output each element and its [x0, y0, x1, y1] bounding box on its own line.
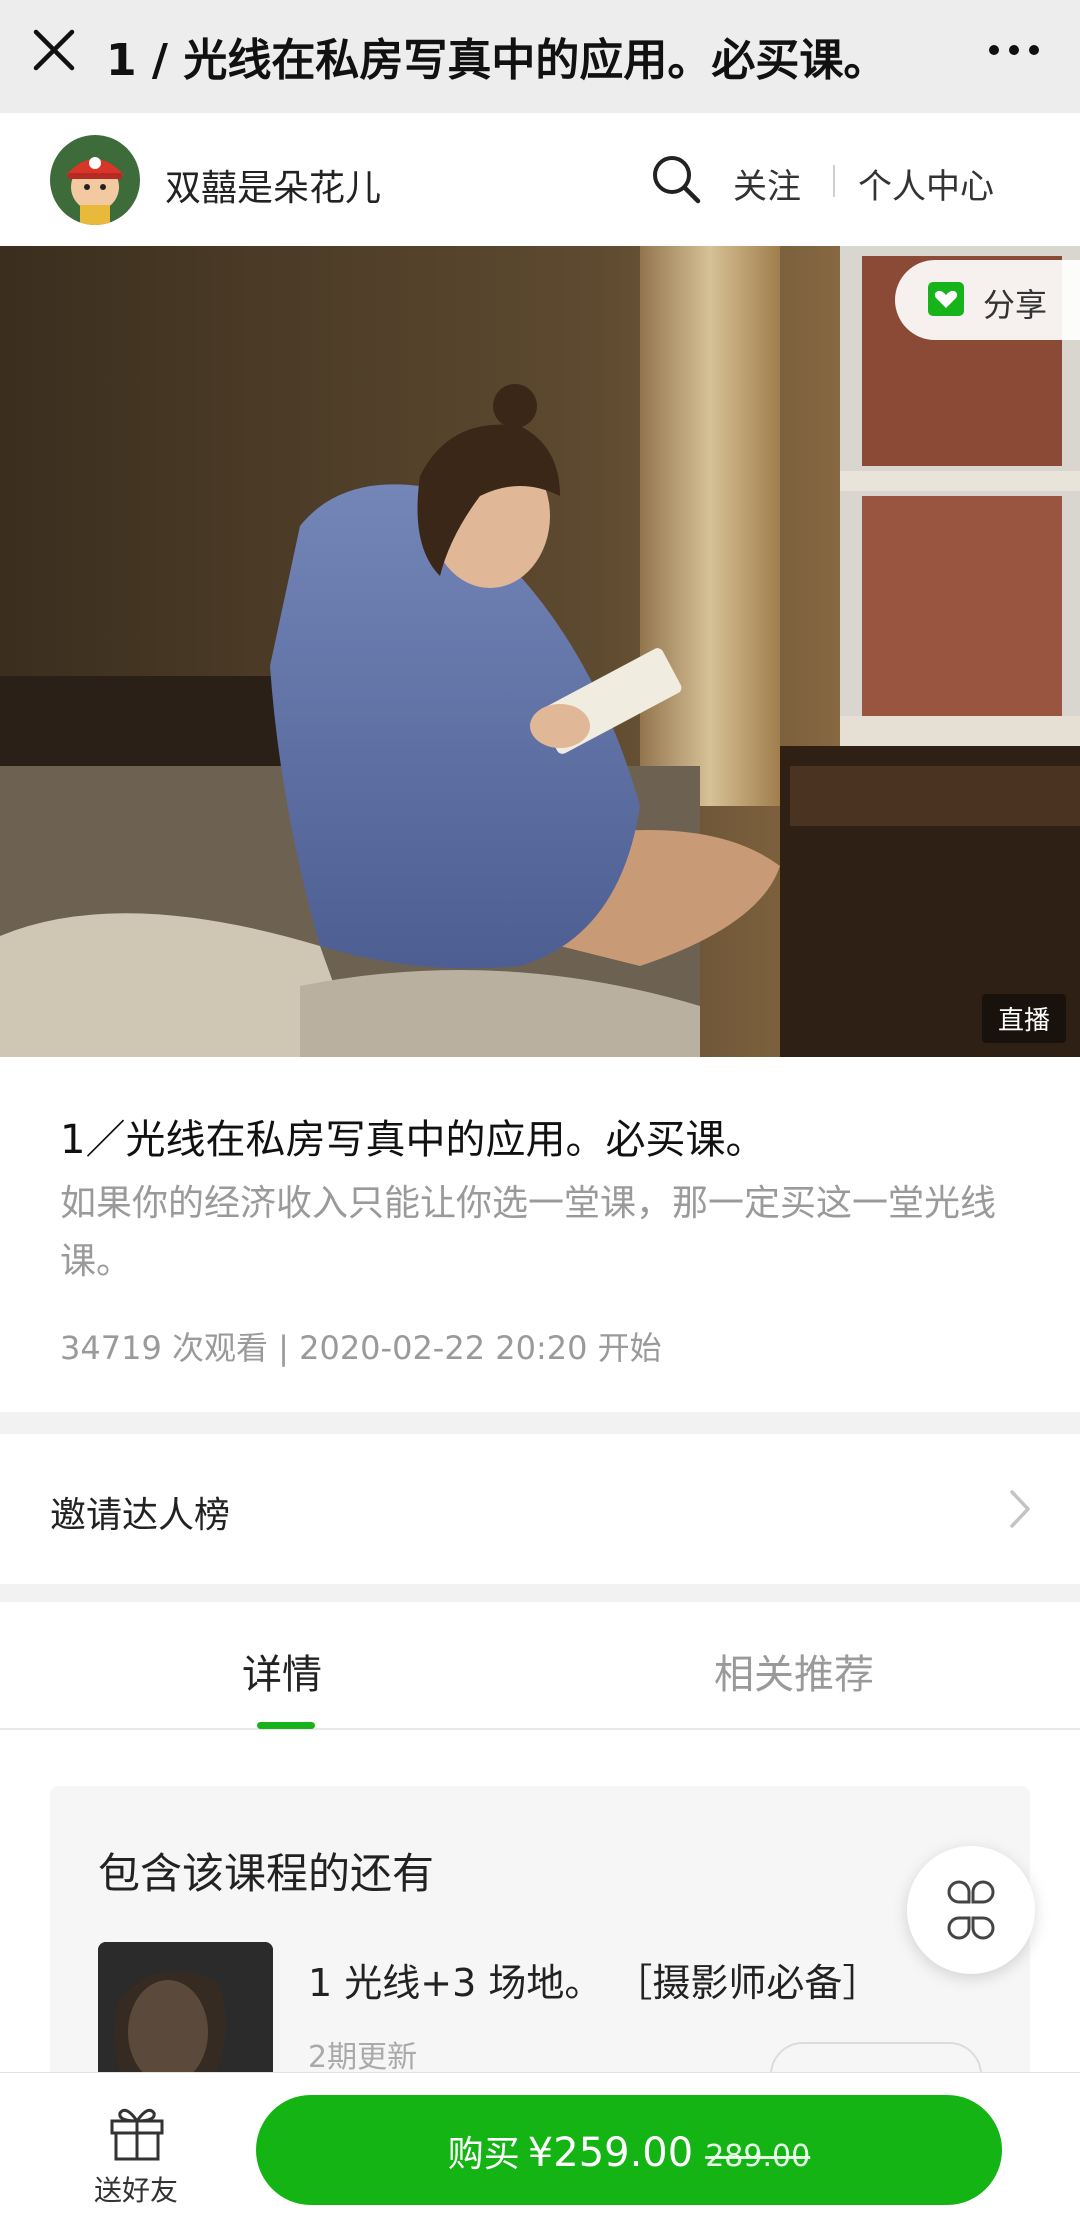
- bundle-item-subtitle: 2期更新: [308, 2040, 418, 2075]
- bundle-heading: 包含该课程的还有: [98, 1849, 435, 1898]
- course-title: 1／光线在私房写真中的应用。必买课。: [60, 1117, 766, 1163]
- original-price: 289.00: [705, 2139, 811, 2174]
- header-divider: [833, 165, 835, 197]
- title-bar: 1 / 光线在私房写真中的应用。必买课。: [0, 0, 1080, 113]
- more-dots-icon[interactable]: [978, 20, 1050, 80]
- buy-button-content: 购买 ¥259.00 289.00: [256, 2125, 1002, 2177]
- buy-label: 购买: [447, 2134, 520, 2175]
- avatar[interactable]: [50, 135, 140, 225]
- cover-photo: [0, 246, 1080, 1057]
- close-icon[interactable]: [22, 18, 86, 82]
- course-description: 如果你的经济收入只能让你选一堂课，那一定买这一堂光线课。: [60, 1183, 997, 1282]
- active-tab-indicator: [257, 1722, 315, 1729]
- tab-detail[interactable]: 详情: [242, 1642, 322, 1700]
- page-title: 1 / 光线在私房写真中的应用。必买课。: [106, 35, 888, 86]
- course-info: 1／光线在私房写真中的应用。必买课。 如果你的经济收入只能让你选一堂课，那一定买…: [0, 1057, 1080, 1412]
- tab-bar: 详情 相关推荐: [0, 1602, 1080, 1730]
- share-label: 分享: [983, 286, 1048, 324]
- tab-related[interactable]: 相关推荐: [714, 1642, 874, 1700]
- shop-name[interactable]: 双囍是朵花儿: [165, 159, 381, 211]
- personal-center-link[interactable]: 个人中心: [858, 159, 994, 208]
- floating-menu-button[interactable]: [907, 1846, 1035, 1974]
- bottom-bar: 送好友 购买 ¥259.00 289.00: [0, 2072, 1080, 2228]
- search-icon[interactable]: [650, 153, 702, 205]
- follow-button[interactable]: 关注: [733, 159, 801, 208]
- shop-header: 双囍是朵花儿 关注 个人中心: [0, 113, 1080, 246]
- course-meta: 34719 次观看 | 2020-02-22 20:20 开始: [60, 1329, 662, 1367]
- gift-friend-label: 送好友: [93, 2174, 178, 2207]
- bundle-item-title[interactable]: 1 光线+3 场地。 ［摄影师必备］: [308, 1952, 880, 2007]
- course-cover-image[interactable]: 分享 直播: [0, 246, 1080, 1057]
- invite-ranking-label: 邀请达人榜: [50, 1495, 231, 1536]
- gift-friend-button[interactable]: 送好友: [84, 2101, 188, 2211]
- bundle-card: 包含该课程的还有 1 光线+3 场地。 ［摄影师必备］ 2期更新: [50, 1786, 1030, 2108]
- invite-ranking-row[interactable]: 邀请达人榜: [0, 1434, 1080, 1584]
- live-badge: 直播: [981, 994, 1066, 1043]
- grid-icon: [947, 1880, 995, 1940]
- buy-price: ¥259.00: [527, 2130, 694, 2176]
- share-icon: [927, 281, 965, 317]
- gift-icon: [106, 2101, 168, 2163]
- bundle-thumbnail[interactable]: [98, 1942, 273, 2092]
- chevron-right-icon: [1006, 1484, 1036, 1534]
- share-button[interactable]: 分享: [895, 260, 1080, 340]
- buy-button[interactable]: 购买 ¥259.00 289.00: [256, 2095, 1002, 2205]
